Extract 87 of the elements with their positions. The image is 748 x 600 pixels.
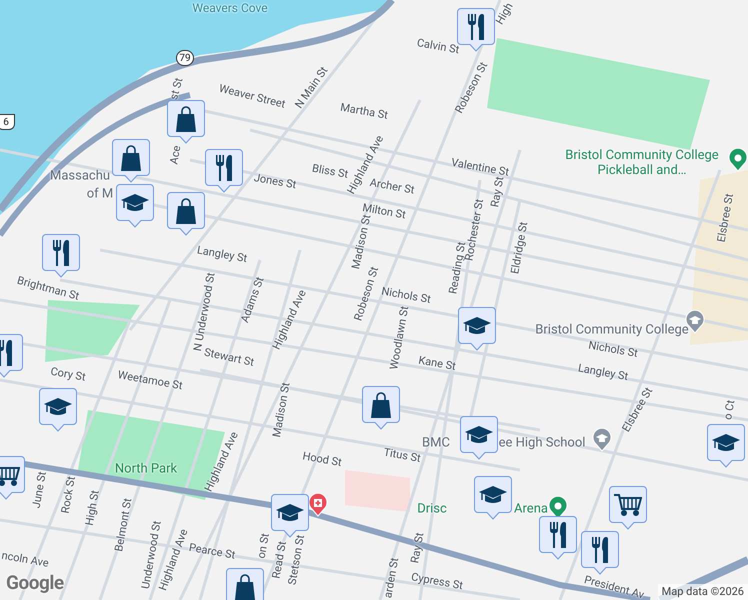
shopping-marker[interactable] <box>167 100 205 144</box>
street-label: Cory St <box>49 364 87 386</box>
graduation-cap-icon <box>276 502 304 522</box>
shopping-bag-icon <box>175 106 197 132</box>
street-label: Bliss St <box>310 162 350 181</box>
fork-knife-icon <box>51 240 71 266</box>
school-marker[interactable] <box>116 184 154 228</box>
hospital-pin-icon[interactable] <box>308 493 328 517</box>
street-label: Woodlawn St <box>386 304 412 372</box>
street-label: on St <box>254 532 272 560</box>
restaurant-marker[interactable] <box>205 149 243 193</box>
map-logo: Google <box>6 570 64 596</box>
graduation-cap-icon <box>479 484 507 504</box>
shopping-bag-icon <box>370 392 392 418</box>
shopping-bag-icon <box>234 574 256 600</box>
place-label: Bristol Community College <box>534 322 690 338</box>
restaurant-marker[interactable] <box>42 234 80 278</box>
street-label: Langley St <box>576 360 630 386</box>
street-label: Calvin St <box>416 35 460 58</box>
graduation-cap-icon <box>44 396 72 416</box>
street-label: Kane St <box>417 352 457 375</box>
fork-knife-icon <box>214 154 234 180</box>
street-label: Titus St <box>382 444 422 467</box>
street-label: Ray St <box>407 531 428 565</box>
restaurant-marker[interactable] <box>581 531 619 575</box>
map-attribution: Map data ©2026 <box>658 584 748 600</box>
shopping-marker[interactable] <box>167 192 205 236</box>
grocery-marker[interactable] <box>609 486 647 530</box>
street-label: High St <box>82 489 103 527</box>
shopping-marker[interactable] <box>226 568 264 600</box>
water-label: Weavers Cove <box>192 0 268 17</box>
street-label: Hood St <box>301 448 343 472</box>
place-label: Massachu <box>50 168 110 184</box>
school-marker[interactable] <box>460 416 498 460</box>
street-label: Elsbree St <box>714 192 737 244</box>
fork-knife-icon <box>548 522 568 548</box>
graduation-cap-icon <box>712 432 740 452</box>
street-label: Belmont St <box>111 497 136 553</box>
restaurant-marker[interactable] <box>539 516 577 560</box>
street-label: June St <box>28 470 50 510</box>
street-label: Weetamoe St <box>116 367 184 394</box>
fork-knife-icon <box>466 14 486 40</box>
graduation-cap-icon <box>121 192 149 212</box>
place-label: ee High School <box>498 436 586 450</box>
school-marker[interactable] <box>39 388 77 432</box>
street-label: Eldridge St <box>507 220 532 276</box>
street-label: Ray St <box>487 176 506 209</box>
park-label: North Park <box>114 460 178 478</box>
street-label: Pearce St <box>188 540 236 564</box>
street-label: Stewart St <box>202 344 256 371</box>
landmark-pin-icon[interactable] <box>728 148 748 172</box>
place-label: Arena <box>514 502 548 516</box>
graduation-cap-icon <box>463 316 491 336</box>
shopping-bag-icon <box>120 144 142 170</box>
street-label: Langley St <box>196 242 248 268</box>
street-label: Weaver Street <box>217 80 287 113</box>
graduation-cap-icon <box>465 424 493 444</box>
school-marker[interactable] <box>474 476 512 520</box>
shopping-marker[interactable] <box>112 139 150 183</box>
street-label: Cypress St <box>410 569 464 594</box>
school-marker[interactable] <box>707 424 745 468</box>
street-label: Ace <box>166 144 184 166</box>
fork-knife-icon <box>0 340 14 366</box>
hospital-grounds <box>345 470 410 512</box>
place-label: Bristol Community College Pickleball and… <box>564 148 720 178</box>
route-shield: 6 <box>0 114 15 130</box>
shopping-marker[interactable] <box>362 386 400 430</box>
street-label: Martha St <box>338 100 390 124</box>
school-pin-icon[interactable] <box>592 428 612 452</box>
street-label: Madison St <box>269 381 294 439</box>
street-label: o Ct <box>720 398 738 422</box>
place-label: of M <box>86 186 114 202</box>
shopping-cart-icon <box>614 492 642 516</box>
place-label: BMC <box>422 436 450 450</box>
street-label: Nichols St <box>380 284 432 306</box>
place-label: Drisc <box>417 502 447 516</box>
street-label: Nichols St <box>587 338 639 362</box>
shopping-bag-icon <box>175 198 197 224</box>
street-label: Rock St <box>58 475 79 515</box>
street-label: Adams St <box>237 274 268 326</box>
street-label: arden St <box>380 556 402 600</box>
fork-knife-icon <box>590 536 610 562</box>
street-label: st St <box>166 76 186 102</box>
school-marker[interactable] <box>458 307 496 351</box>
street-label: ncoln Ave <box>0 548 50 572</box>
street-label: Jones St <box>252 170 298 194</box>
street-map[interactable] <box>0 0 748 600</box>
